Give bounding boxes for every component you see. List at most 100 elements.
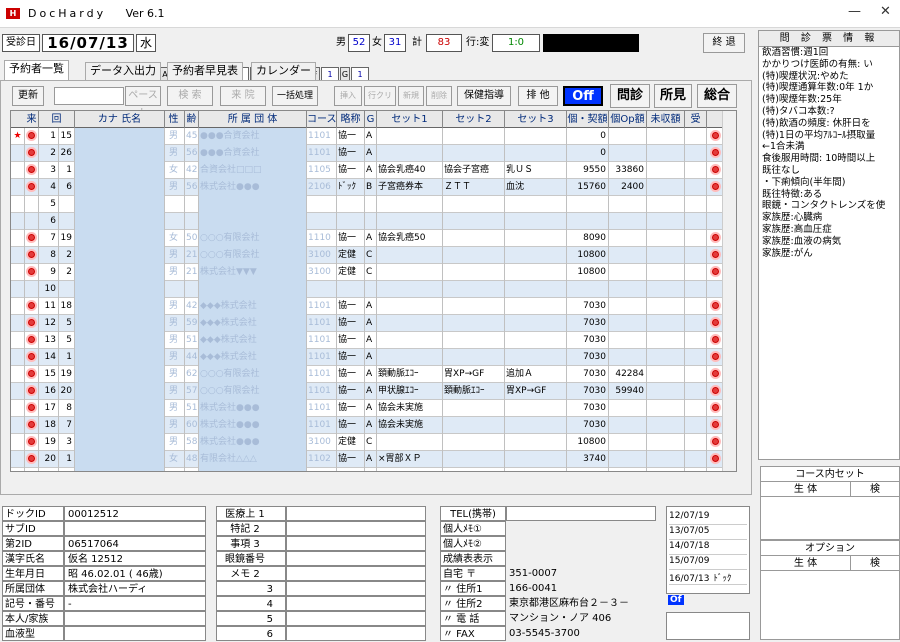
health-guidance-button[interactable]: 保健指導 bbox=[457, 86, 511, 106]
table-row[interactable]: 2 26 男 56 ●●●合資会社 1101 協一 A 0 bbox=[11, 145, 736, 162]
visit-date-field[interactable]: 16/07/13 bbox=[42, 34, 134, 52]
table-row[interactable]: 17 8 男 51 株式会社●●● 1101 協一 A 協会未実施 7030 bbox=[11, 400, 736, 417]
tab-data-io[interactable]: データ入出力 bbox=[85, 62, 161, 80]
visit-circle-icon[interactable] bbox=[26, 164, 37, 175]
detail-value[interactable]: 00012512 bbox=[64, 506, 206, 521]
grid-col-header[interactable]: 来 bbox=[25, 111, 39, 128]
detail-value[interactable]: 株式会社ハーディ bbox=[64, 581, 206, 596]
table-row[interactable]: 5 bbox=[11, 196, 736, 213]
visit-circle-icon[interactable] bbox=[26, 317, 37, 328]
findings-button[interactable]: 所見 bbox=[654, 84, 692, 108]
history-item[interactable]: 13/07/05 bbox=[669, 526, 747, 540]
memo-value[interactable] bbox=[286, 566, 426, 581]
line-clear-button[interactable]: 行クリア bbox=[364, 86, 396, 118]
table-row[interactable]: 4 6 男 56 株式会社●●● 2106 ﾄﾞｯｸ B 子宮癌券本 ＺＴＴ 血沈 15760 2400 bbox=[11, 179, 736, 196]
visit-circle-icon[interactable] bbox=[26, 130, 37, 141]
memo-value[interactable] bbox=[286, 551, 426, 566]
grid-col-header[interactable]: 受 bbox=[685, 111, 707, 128]
table-row[interactable]: 18 7 男 60 株式会社●●● 1101 協一 A 協会未実施 7030 bbox=[11, 417, 736, 434]
insert-button[interactable]: 挿入 bbox=[334, 86, 362, 106]
visit-circle-icon[interactable] bbox=[26, 249, 37, 260]
grid-col-header[interactable]: 略称 bbox=[337, 111, 365, 128]
memo-value[interactable] bbox=[286, 581, 426, 596]
contact-value[interactable] bbox=[506, 551, 656, 566]
visit-circle-icon[interactable] bbox=[26, 334, 37, 345]
grid-col-header[interactable]: 性 bbox=[163, 111, 185, 128]
memo-value[interactable] bbox=[286, 626, 426, 641]
table-row[interactable]: 8 2 男 21 ○○○有限会社 3100 定健 C 10800 bbox=[11, 247, 736, 264]
visit-circle-icon[interactable] bbox=[710, 232, 721, 243]
table-row[interactable]: 13 5 男 51 ◆◆◆株式会社 1101 協一 A 7030 bbox=[11, 332, 736, 349]
table-row[interactable]: 14 1 男 44 ◆◆◆株式会社 1101 協一 A 7030 bbox=[11, 349, 736, 366]
tab-calendar[interactable]: カレンダー bbox=[251, 62, 316, 80]
memo-value[interactable] bbox=[286, 506, 426, 521]
table-row[interactable]: 12 5 男 59 ◆◆◆株式会社 1101 協一 A 7030 bbox=[11, 315, 736, 332]
visit-circle-icon[interactable] bbox=[26, 147, 37, 158]
delete-button[interactable]: 削除 bbox=[426, 86, 452, 106]
visit-circle-icon[interactable] bbox=[710, 436, 721, 447]
visit-circle-icon[interactable] bbox=[26, 300, 37, 311]
visit-history-list[interactable]: 12/07/19 13/07/05 14/07/18 15/07/09 16/07/13… bbox=[666, 506, 750, 594]
contact-value[interactable]: マンション・ノア 406 bbox=[506, 611, 656, 626]
memo-value[interactable] bbox=[286, 596, 426, 611]
table-row[interactable]: 20 1 女 48 有限会社△△△ 1102 協一 A ×胃部ＸＰ 3740 bbox=[11, 451, 736, 468]
visit-circle-icon[interactable] bbox=[26, 351, 37, 362]
table-row[interactable]: 9 2 男 21 株式会社▼▼▼ 3100 定健 C 10800 bbox=[11, 264, 736, 281]
of-indicator[interactable]: Of bbox=[668, 595, 684, 605]
table-row[interactable]: 16 20 男 57 ○○○有限会社 1101 協一 A 甲状腺ｴｺｰ 頚動脈ｴｺｰ 胃XP→GF 7… bbox=[11, 383, 736, 400]
detail-value[interactable]: - bbox=[64, 596, 206, 611]
table-row[interactable]: 11 18 男 42 ◆◆◆株式会社 1101 協一 A 7030 bbox=[11, 298, 736, 315]
visit-circle-icon[interactable] bbox=[710, 334, 721, 345]
grid-col-header[interactable]: 齢 bbox=[185, 111, 199, 128]
memo-value[interactable] bbox=[286, 521, 426, 536]
table-row[interactable]: 10 bbox=[11, 281, 736, 298]
visit-circle-icon[interactable] bbox=[710, 385, 721, 396]
visit-circle-icon[interactable] bbox=[710, 266, 721, 277]
detail-value[interactable]: 昭 46.02.01 ( 46歳) bbox=[64, 566, 206, 581]
visit-circle-icon[interactable] bbox=[710, 351, 721, 362]
tab-quick-view[interactable]: 予約者早見表 bbox=[167, 62, 243, 80]
history-item[interactable]: 15/07/09 bbox=[669, 556, 747, 570]
visit-circle-icon[interactable] bbox=[710, 147, 721, 158]
detail-value[interactable]: 06517064 bbox=[64, 536, 206, 551]
memo-value[interactable] bbox=[286, 536, 426, 551]
grid-col-header[interactable]: 未収額 bbox=[647, 111, 685, 128]
grid-col-header[interactable]: 回 bbox=[39, 111, 75, 128]
table-row[interactable]: 7 19 女 50 ○○○有限会社 1110 協一 A 協会乳癌50 8090 bbox=[11, 230, 736, 247]
table-row[interactable]: ★ 1 15 男 45 ●●●合資会社 1101 協一 A 0 bbox=[11, 128, 736, 145]
visit-circle-icon[interactable] bbox=[710, 300, 721, 311]
grid-col-header[interactable]: カナ 氏名 bbox=[75, 111, 165, 128]
history-item[interactable]: 14/07/18 bbox=[669, 541, 747, 555]
tel-mobile-value[interactable] bbox=[506, 506, 656, 521]
history-button[interactable]: 来 院 bbox=[220, 86, 266, 106]
history-item[interactable]: 12/07/19 bbox=[669, 511, 747, 525]
new-button[interactable]: 新規 bbox=[398, 86, 424, 106]
visit-circle-icon[interactable] bbox=[710, 419, 721, 430]
batch-button[interactable]: 一括処理 bbox=[272, 86, 318, 106]
contact-value[interactable]: 東京都港区麻布台２－３－ bbox=[506, 596, 656, 611]
search-button[interactable]: 検 索 bbox=[167, 86, 213, 106]
table-row[interactable]: 21 bbox=[11, 468, 736, 471]
grid-col-header[interactable]: セット2 bbox=[443, 111, 505, 128]
visit-circle-icon[interactable] bbox=[710, 164, 721, 175]
off-toggle[interactable]: Off bbox=[563, 86, 603, 106]
grid-col-header[interactable]: 所 属 団 体 bbox=[199, 111, 307, 128]
interview-button[interactable]: 問診 bbox=[610, 84, 650, 108]
history-item[interactable]: 16/07/13 ﾄﾞｯｸ bbox=[669, 571, 747, 585]
contact-value[interactable]: 03-5545-3700 bbox=[506, 626, 656, 641]
visit-circle-icon[interactable] bbox=[710, 249, 721, 260]
minimize-icon[interactable]: — bbox=[848, 4, 861, 19]
visit-circle-icon[interactable] bbox=[710, 453, 721, 464]
grid-col-header[interactable]: 個・契額 bbox=[567, 111, 609, 128]
grid-col-header[interactable]: G bbox=[365, 111, 377, 128]
contact-value[interactable]: 351-0007 bbox=[506, 566, 656, 581]
visit-circle-icon[interactable] bbox=[26, 385, 37, 396]
visit-circle-icon[interactable] bbox=[26, 419, 37, 430]
detail-value[interactable]: 仮名 12512 bbox=[64, 551, 206, 566]
grid-col-header[interactable]: コース bbox=[307, 111, 337, 128]
visit-circle-icon[interactable] bbox=[710, 402, 721, 413]
visit-circle-icon[interactable] bbox=[710, 368, 721, 379]
table-row[interactable]: 3 1 女 42 合資会社□□□ 1105 協一 A 協会乳癌40 協会子宮癌 乳ＵＳ 9550 338… bbox=[11, 162, 736, 179]
grid-col-header[interactable]: セット1 bbox=[377, 111, 443, 128]
visit-circle-icon[interactable] bbox=[710, 317, 721, 328]
